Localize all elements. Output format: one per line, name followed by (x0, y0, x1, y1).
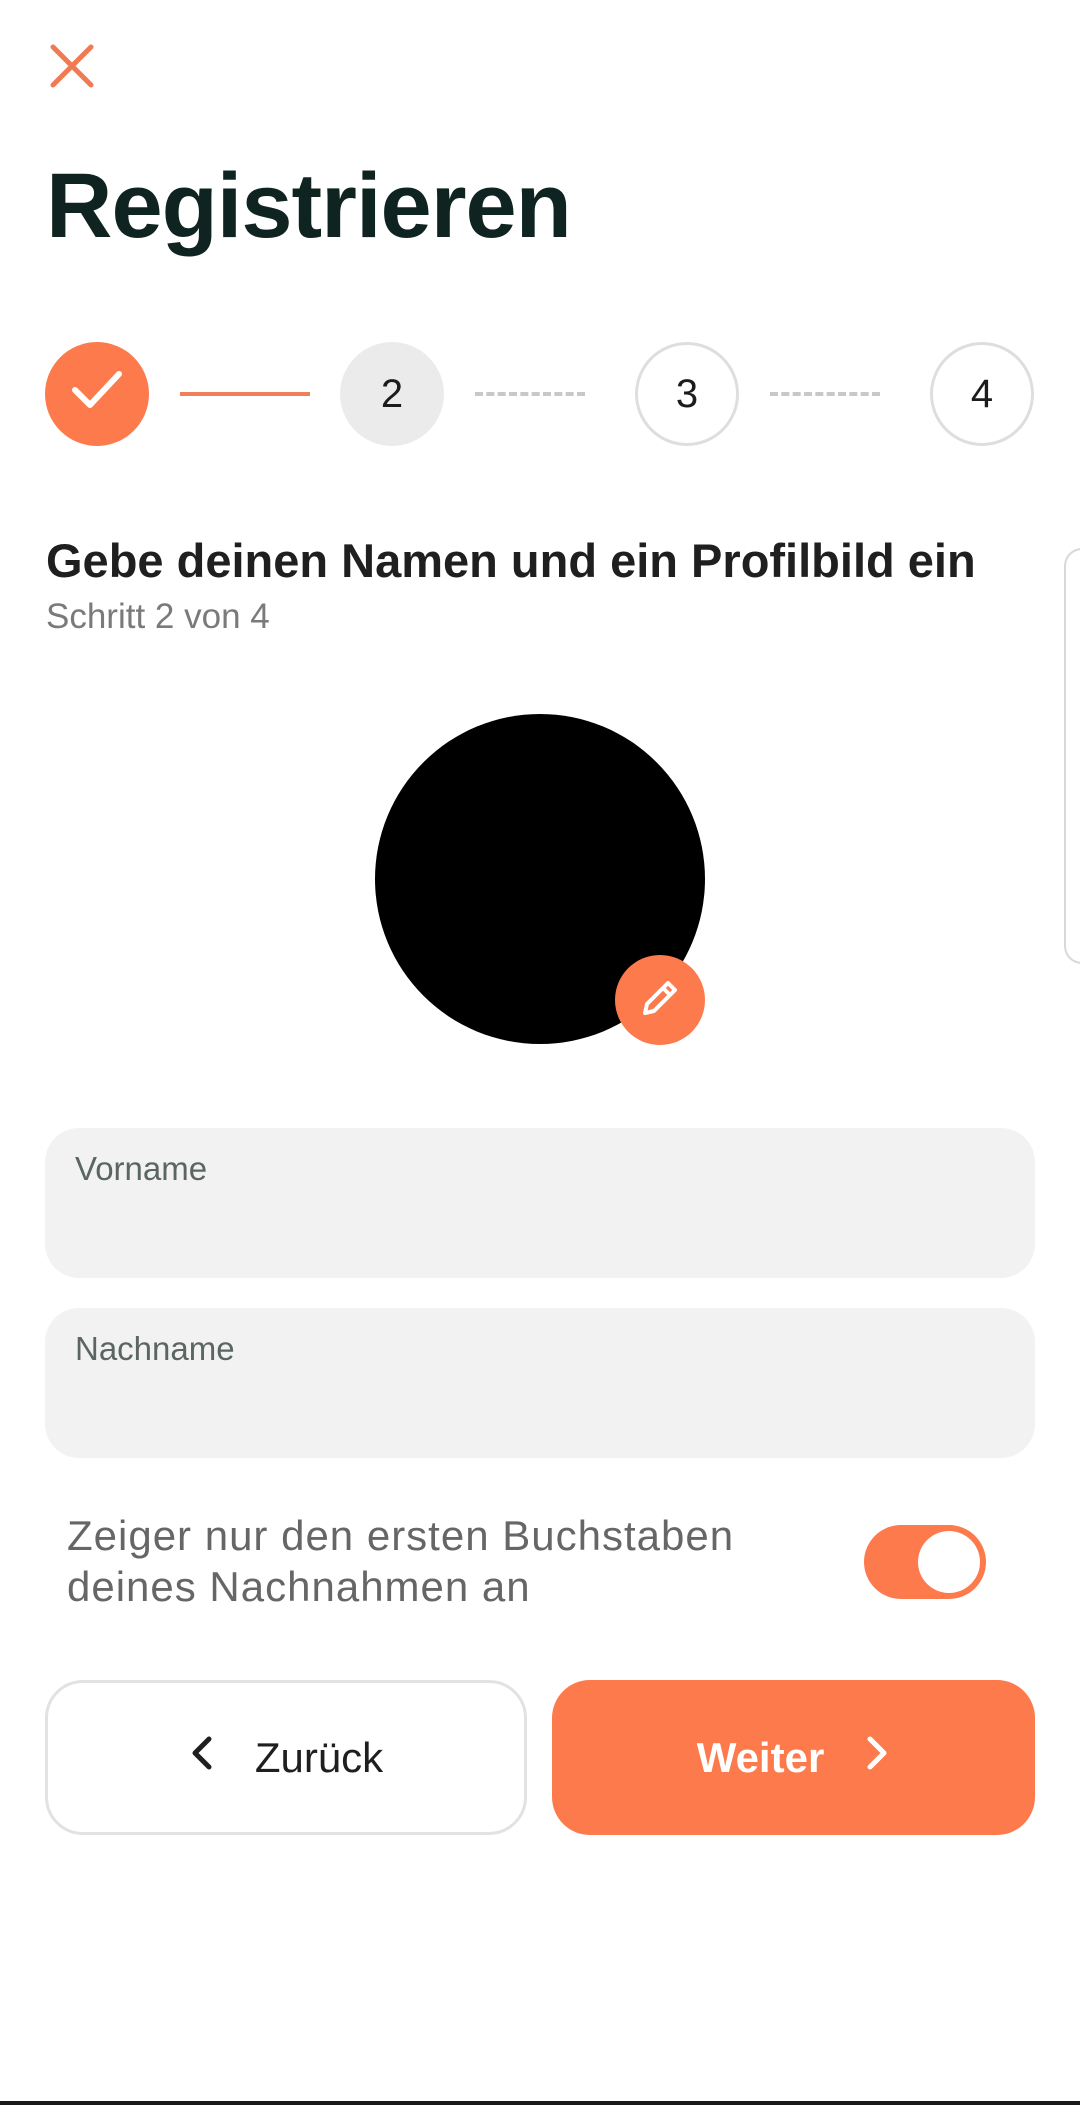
step-connector-1 (180, 392, 310, 396)
step-3-number: 3 (675, 371, 699, 416)
initial-only-toggle[interactable] (864, 1525, 986, 1599)
progress-stepper: 2 3 4 (0, 0, 1080, 460)
first-name-input[interactable] (75, 1200, 999, 1258)
step-1-completed (45, 342, 149, 446)
toggle-knob (918, 1531, 980, 1593)
step-counter: Schritt 2 von 4 (46, 597, 270, 636)
first-name-field[interactable]: Vorname (45, 1128, 1035, 1278)
step-4-number: 4 (970, 371, 994, 416)
last-name-label: Nachname (75, 1330, 235, 1367)
next-button-label: Weiter (696, 1733, 825, 1781)
step-2-number: 2 (380, 371, 404, 416)
step-connector-3 (770, 392, 880, 396)
last-name-field[interactable]: Nachname (45, 1308, 1035, 1458)
step-4: 4 (930, 342, 1034, 446)
back-button-label: Zurück (254, 1733, 384, 1781)
initial-only-toggle-label: Zeiger nur den ersten Buchstaben deines … (67, 1512, 735, 1610)
last-name-input[interactable] (75, 1380, 999, 1438)
step-2: 2 (340, 342, 444, 446)
edit-profile-picture-button[interactable] (615, 955, 705, 1045)
pencil-icon (637, 975, 683, 1026)
first-name-label: Vorname (75, 1150, 208, 1187)
section-heading: Gebe deinen Namen und ein Profilbild ein (46, 534, 976, 587)
chevron-left-icon (189, 1733, 215, 1783)
step-3: 3 (635, 342, 739, 446)
bottom-edge (0, 2101, 1080, 2105)
next-button[interactable]: Weiter (552, 1680, 1035, 1835)
side-panel-edge (1064, 548, 1080, 964)
check-icon (70, 362, 124, 426)
step-connector-2 (475, 392, 585, 396)
back-button[interactable]: Zurück (45, 1680, 527, 1835)
chevron-right-icon (864, 1733, 890, 1783)
